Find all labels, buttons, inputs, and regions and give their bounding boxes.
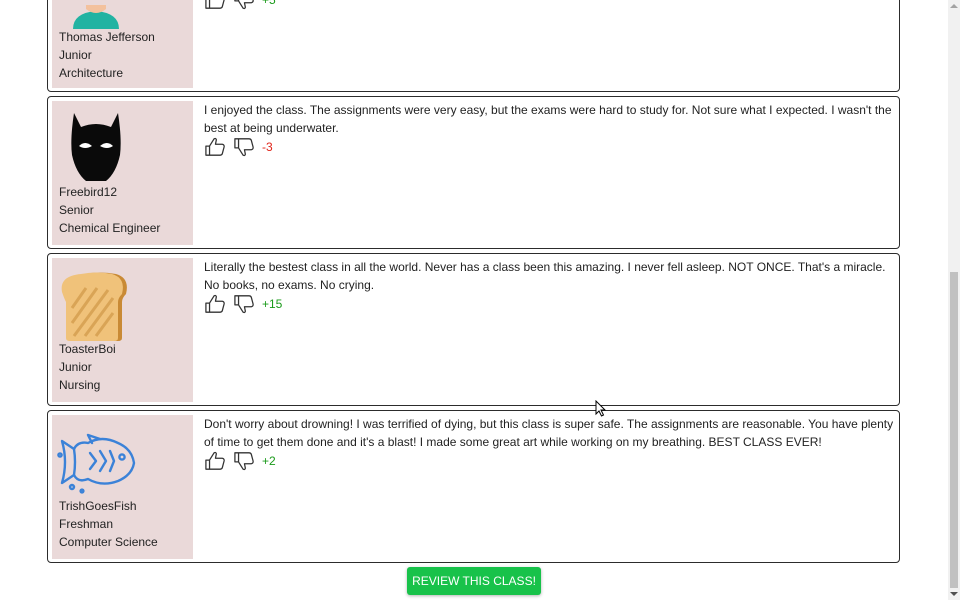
vote-score: +2 <box>262 454 276 468</box>
reviewer-year: Freshman <box>59 517 114 531</box>
fish-icon <box>57 433 136 494</box>
review-card: Freebird12 Senior Chemical Engineer I en… <box>47 96 900 249</box>
thumbs-down-icon[interactable] <box>233 451 255 471</box>
review-text: I enjoyed the class. The assignments wer… <box>204 103 892 135</box>
reviewer-profile: TrishGoesFish Freshman Computer Science <box>52 415 193 559</box>
thumbs-up-icon[interactable] <box>204 137 226 157</box>
reviewer-profile: Thomas Jefferson Junior Architecture <box>52 0 193 88</box>
review-this-class-button[interactable]: REVIEW THIS CLASS! <box>407 567 541 595</box>
reviewer-profile: Freebird12 Senior Chemical Engineer <box>52 101 193 245</box>
reviewer-profile: ToasterBoi Junior Nursing <box>52 258 193 402</box>
vote-controls: +15 <box>204 294 894 314</box>
scrollbar-thumb[interactable] <box>950 272 958 588</box>
review-card: Thomas Jefferson Junior Architecture +5 <box>47 0 900 92</box>
reviewer-year: Junior <box>59 360 92 374</box>
vertical-scrollbar[interactable] <box>948 0 960 600</box>
thumbs-down-icon[interactable] <box>233 294 255 314</box>
vote-score: -3 <box>262 140 273 154</box>
person-avatar-icon <box>73 5 119 29</box>
thumbs-down-icon[interactable] <box>233 137 255 157</box>
vote-controls: +5 <box>204 0 894 10</box>
thumbs-down-icon[interactable] <box>233 0 255 10</box>
mouse-cursor-icon <box>595 400 607 417</box>
toast-icon <box>61 272 127 341</box>
reviewer-major: Computer Science <box>59 535 158 549</box>
vote-score: +5 <box>262 0 276 7</box>
vote-score: +15 <box>262 297 283 311</box>
scroll-up-arrow-icon[interactable] <box>948 0 960 12</box>
review-text: Don't worry about drowning! I was terrif… <box>204 417 894 449</box>
reviewer-year: Senior <box>59 203 94 217</box>
thumbs-up-icon[interactable] <box>204 0 226 10</box>
review-text: Literally the bestest class in all the w… <box>204 260 886 292</box>
reviewer-major: Chemical Engineer <box>59 221 161 235</box>
review-card: TrishGoesFish Freshman Computer Science … <box>47 410 900 563</box>
vote-controls: +2 <box>204 451 894 471</box>
reviewer-year: Junior <box>59 48 92 62</box>
reviewer-name: Thomas Jefferson <box>59 30 155 44</box>
batman-mask-icon <box>71 113 121 181</box>
reviewer-major: Nursing <box>59 378 101 392</box>
scroll-down-arrow-icon[interactable] <box>948 588 960 600</box>
reviewer-major: Architecture <box>59 66 124 80</box>
thumbs-up-icon[interactable] <box>204 451 226 471</box>
reviewer-name: TrishGoesFish <box>59 499 137 513</box>
vote-controls: -3 <box>204 137 894 157</box>
thumbs-up-icon[interactable] <box>204 294 226 314</box>
reviewer-name: ToasterBoi <box>59 342 116 356</box>
review-card: ToasterBoi Junior Nursing Literally the … <box>47 253 900 406</box>
reviewer-name: Freebird12 <box>59 185 118 199</box>
